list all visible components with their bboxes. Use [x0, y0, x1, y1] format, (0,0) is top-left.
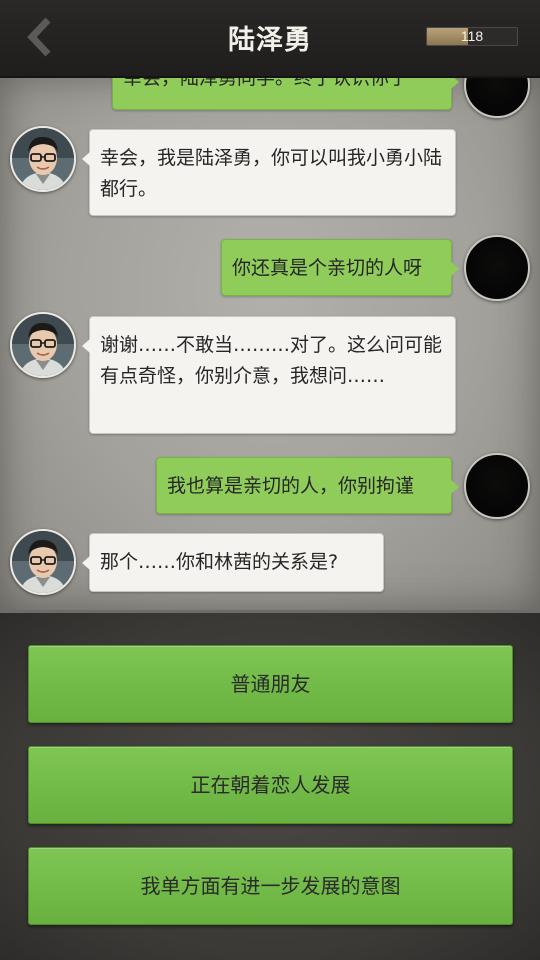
npc-avatar	[10, 312, 76, 378]
player-message-bubble: 你还真是个亲切的人呀	[221, 239, 459, 296]
choice-label: 正在朝着恋人发展	[190, 773, 351, 797]
message-text: 那个……你和林茜的关系是?	[100, 551, 339, 573]
message-text: 我也算是亲切的人，你别拘谨	[167, 475, 415, 497]
player-avatar	[464, 76, 530, 118]
npc-avatar	[10, 126, 76, 192]
npc-message-bubble: 谢谢……不敢当………对了。这么问可能有点奇怪，你别介意，我想问……	[82, 316, 456, 434]
affection-meter: 118	[426, 27, 518, 46]
player-message-bubble: 我也算是亲切的人，你别拘谨	[156, 457, 459, 514]
choice-label: 普通朋友	[230, 672, 311, 696]
portrait-icon	[12, 531, 74, 593]
meter-value: 118	[460, 28, 484, 44]
npc-message-bubble: 那个……你和林茜的关系是?	[82, 533, 384, 592]
player-avatar	[464, 235, 530, 301]
portrait-icon	[12, 128, 74, 190]
npc-message-bubble: 幸会，我是陆泽勇，你可以叫我小勇小陆都行。	[82, 129, 456, 216]
message-text: 谢谢……不敢当………对了。这么问可能有点奇怪，你别介意，我想问……	[100, 334, 443, 387]
choice-label: 我单方面有进一步发展的意图	[140, 874, 401, 898]
player-avatar	[464, 453, 530, 519]
message-text: 你还真是个亲切的人呀	[232, 257, 423, 279]
top-bar: 陆泽勇 118	[0, 0, 540, 78]
npc-avatar	[10, 529, 76, 595]
chat-area[interactable]: 幸会，陆泽勇同学。终于认识你了 幸会，我是陆泽勇，你可以叫我小勇小陆都行。 你还…	[0, 76, 540, 613]
choice-button-2[interactable]: 正在朝着恋人发展	[28, 746, 513, 824]
portrait-icon	[12, 314, 74, 376]
choice-button-1[interactable]: 普通朋友	[28, 645, 513, 723]
choice-panel: 普通朋友 正在朝着恋人发展 我单方面有进一步发展的意图	[0, 613, 540, 960]
message-text: 幸会，我是陆泽勇，你可以叫我小勇小陆都行。	[100, 147, 443, 200]
player-message-bubble: 幸会，陆泽勇同学。终于认识你了	[112, 76, 459, 110]
choice-button-3[interactable]: 我单方面有进一步发展的意图	[28, 847, 513, 925]
